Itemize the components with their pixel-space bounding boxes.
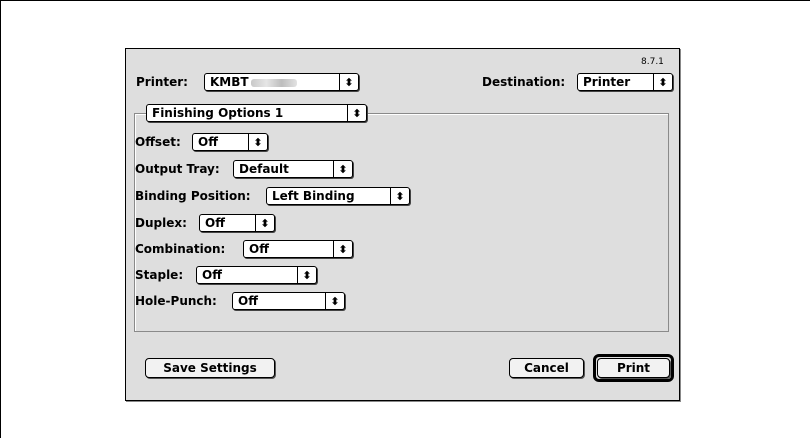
output-tray-value: Default <box>239 162 289 176</box>
output-tray-label: Output Tray: <box>135 162 220 176</box>
updown-arrows-icon: ⬍ <box>390 188 409 204</box>
duplex-popup[interactable]: Off ⬍ <box>199 214 275 232</box>
offset-value: Off <box>198 135 218 149</box>
printer-label: Printer: <box>136 75 188 89</box>
updown-arrows-icon: ⬍ <box>325 293 344 309</box>
combination-value: Off <box>249 242 269 256</box>
printer-popup[interactable]: KMBT ⬍ <box>204 73 359 91</box>
printer-value: KMBT <box>210 75 249 89</box>
cancel-button[interactable]: Cancel <box>509 358 584 378</box>
staple-value: Off <box>202 268 222 282</box>
offset-label: Offset: <box>135 135 181 149</box>
updown-arrows-icon: ⬍ <box>347 105 366 121</box>
version-label: 8.7.1 <box>641 57 664 67</box>
staple-label: Staple: <box>135 268 184 282</box>
combination-label: Combination: <box>135 242 226 256</box>
duplex-label: Duplex: <box>135 216 187 230</box>
output-tray-popup[interactable]: Default ⬍ <box>233 160 353 178</box>
combination-popup[interactable]: Off ⬍ <box>243 240 353 258</box>
hole-punch-value: Off <box>238 294 258 308</box>
destination-popup[interactable]: Printer ⬍ <box>577 73 673 91</box>
binding-position-value: Left Binding <box>272 189 355 203</box>
panel-selector-value: Finishing Options 1 <box>152 106 284 120</box>
duplex-value: Off <box>205 216 225 230</box>
binding-position-popup[interactable]: Left Binding ⬍ <box>266 187 410 205</box>
destination-value: Printer <box>583 75 631 89</box>
panel-selector-popup[interactable]: Finishing Options 1 ⬍ <box>146 104 367 122</box>
staple-popup[interactable]: Off ⬍ <box>196 266 317 284</box>
save-settings-button[interactable]: Save Settings <box>145 358 275 378</box>
updown-arrows-icon: ⬍ <box>333 241 352 257</box>
print-button[interactable]: Print <box>597 358 670 378</box>
destination-label: Destination: <box>482 75 566 89</box>
updown-arrows-icon: ⬍ <box>653 74 672 90</box>
hole-punch-label: Hole-Punch: <box>135 294 217 308</box>
offset-popup[interactable]: Off ⬍ <box>192 133 268 151</box>
printer-name-redacted <box>250 78 297 87</box>
updown-arrows-icon: ⬍ <box>255 215 274 231</box>
hole-punch-popup[interactable]: Off ⬍ <box>232 292 345 310</box>
updown-arrows-icon: ⬍ <box>339 74 358 90</box>
print-dialog: 8.7.1 Printer: KMBT ⬍ Destination: Print… <box>125 48 680 401</box>
updown-arrows-icon: ⬍ <box>297 267 316 283</box>
updown-arrows-icon: ⬍ <box>333 161 352 177</box>
binding-position-label: Binding Position: <box>135 189 251 203</box>
updown-arrows-icon: ⬍ <box>248 134 267 150</box>
